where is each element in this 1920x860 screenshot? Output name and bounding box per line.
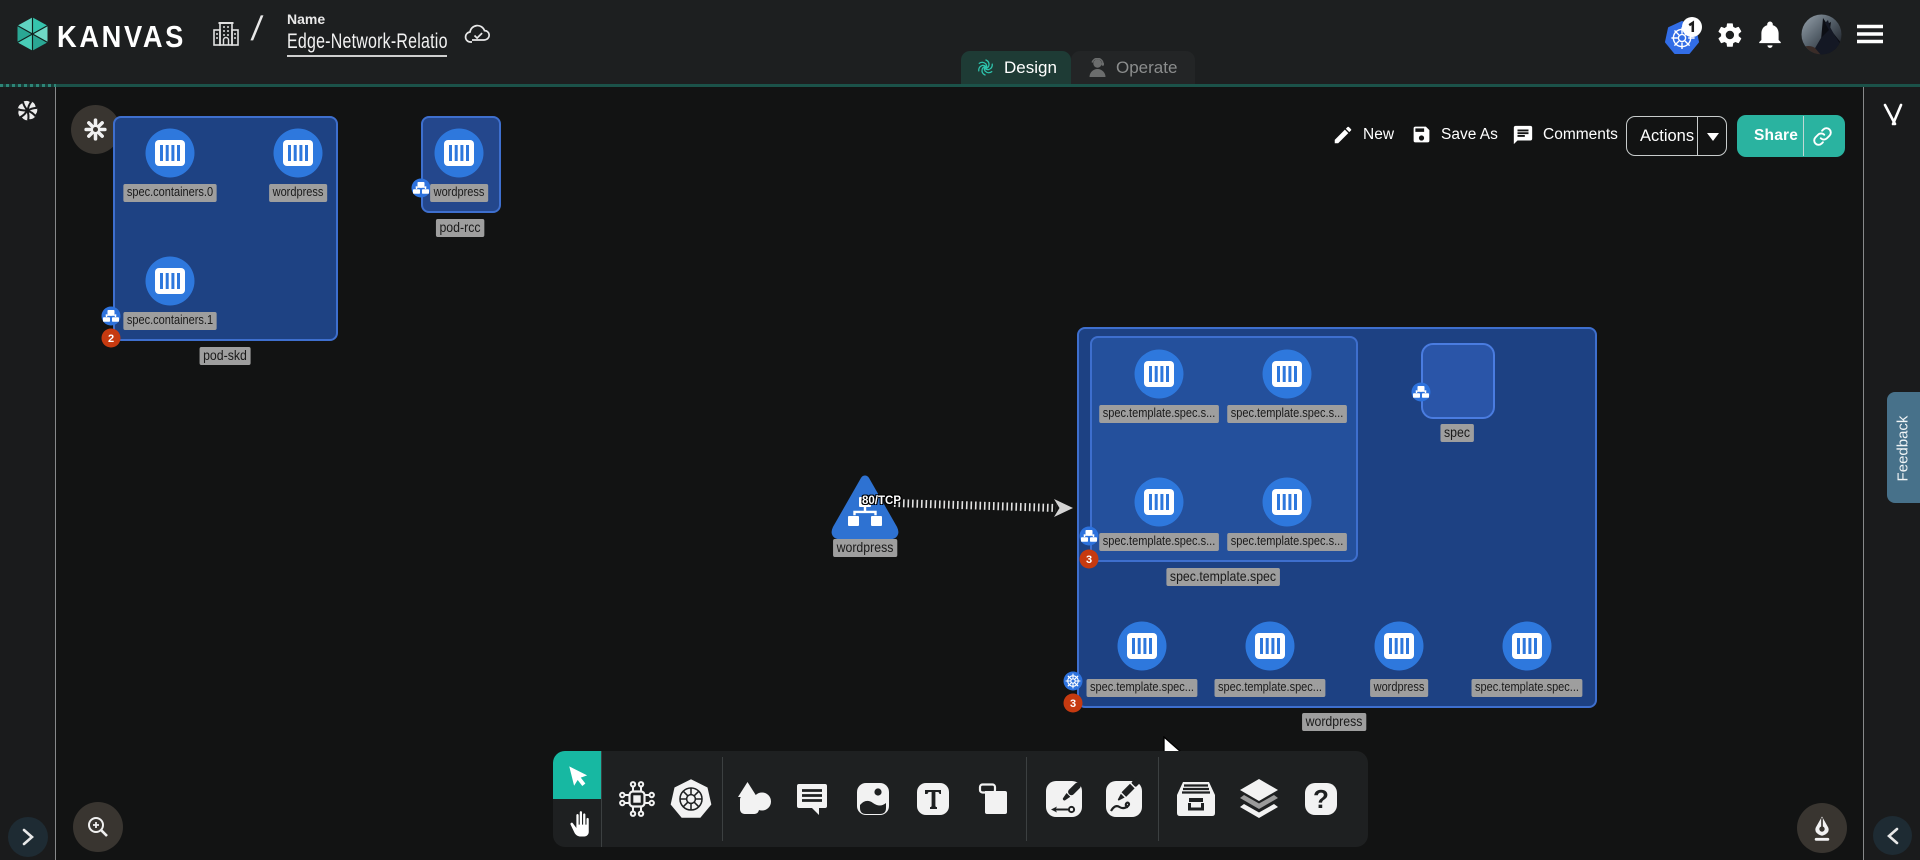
svg-text:3: 3 (1086, 554, 1092, 566)
svg-text:?: ? (1313, 784, 1329, 814)
svg-text:2: 2 (108, 333, 114, 345)
svg-text:3: 3 (1070, 698, 1076, 710)
